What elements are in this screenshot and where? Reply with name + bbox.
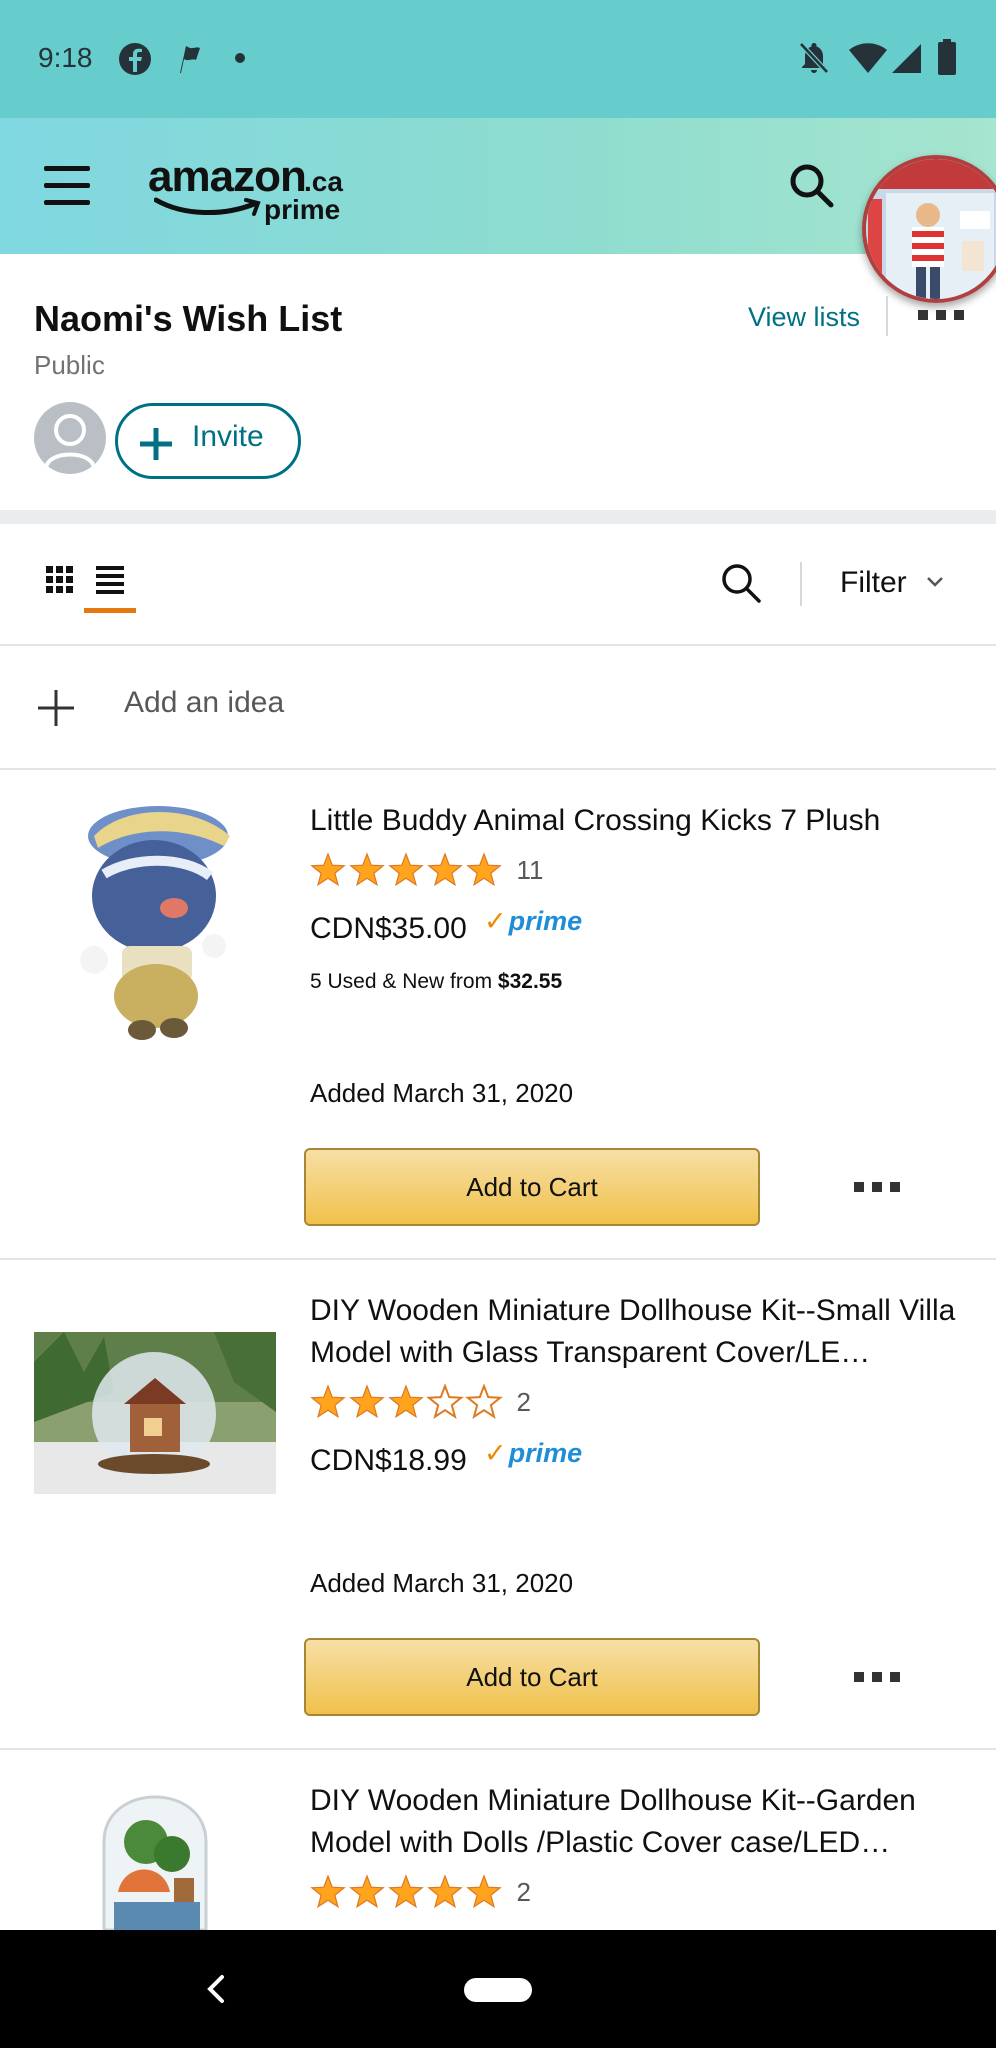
product-image[interactable] (34, 1332, 276, 1494)
flag-icon (180, 46, 200, 73)
list-item: DIY Wooden Miniature Dollhouse Kit--Smal… (0, 1260, 996, 1750)
battery-icon (938, 39, 956, 75)
chat-head-bubble[interactable] (862, 155, 996, 303)
person-icon (44, 414, 96, 469)
wishlist-more-options-icon[interactable] (918, 310, 966, 320)
item-title[interactable]: DIY Wooden Miniature Dollhouse Kit--Smal… (310, 1290, 970, 1374)
item-title[interactable]: DIY Wooden Miniature Dollhouse Kit--Gard… (310, 1780, 970, 1864)
used-new-offers[interactable]: 5 Used & New from $32.55 (310, 970, 562, 994)
divider (886, 296, 888, 336)
star-empty-icon (426, 1384, 464, 1420)
product-image[interactable] (34, 1782, 276, 1930)
wishlist-privacy: Public (34, 350, 105, 380)
signal-icon (892, 44, 921, 73)
item-more-options-icon[interactable] (854, 1182, 902, 1192)
rating-count: 2 (516, 1876, 531, 1907)
star-empty-icon (465, 1384, 503, 1420)
back-icon[interactable] (204, 1974, 226, 2004)
chevron-down-icon[interactable] (926, 576, 944, 588)
prime-label: prime (508, 906, 583, 936)
product-image[interactable] (34, 796, 276, 1046)
star-filled-icon (310, 852, 346, 887)
divider (0, 644, 996, 646)
filter-button[interactable]: Filter (840, 566, 907, 600)
search-list-icon[interactable] (720, 562, 762, 604)
item-price: CDN$35.00 (310, 912, 467, 945)
app-header: amazon .ca prime (0, 118, 996, 254)
star-filled-icon (466, 1874, 502, 1909)
plus-icon (38, 690, 74, 726)
used-new-text: 5 Used & New from (310, 970, 498, 993)
rating-stars-icon (310, 1874, 502, 1909)
search-icon[interactable] (788, 162, 834, 208)
rating-count: 2 (516, 1386, 531, 1417)
dot-icon (235, 53, 245, 63)
prime-label: prime (508, 1438, 583, 1468)
amazon-prime-logo[interactable]: amazon .ca prime (148, 152, 358, 225)
prime-badge: ✓prime (484, 1438, 582, 1469)
added-date: Added March 31, 2020 (310, 1078, 574, 1108)
star-filled-icon (388, 852, 424, 887)
item-more-options-icon[interactable] (854, 1672, 902, 1682)
star-filled-icon (466, 852, 502, 887)
hamburger-menu-icon[interactable] (44, 166, 90, 206)
logo-sub: prime (264, 194, 341, 225)
star-filled-icon (349, 852, 385, 887)
star-filled-icon (388, 1874, 424, 1909)
invite-label: Invite (192, 420, 264, 453)
system-nav-bar (0, 1930, 996, 2048)
notifications-off-icon (799, 42, 829, 74)
add-to-cart-button[interactable]: Add to Cart (304, 1638, 760, 1716)
rating-stars-icon (310, 852, 502, 887)
rating-stars-icon (310, 1384, 503, 1420)
item-rating[interactable]: 11 (310, 852, 543, 890)
added-date: Added March 31, 2020 (310, 1568, 574, 1598)
avatar (34, 402, 106, 474)
item-title[interactable]: Little Buddy Animal Crossing Kicks 7 Plu… (310, 800, 970, 842)
active-view-indicator (84, 608, 136, 613)
costume-package-image (866, 159, 996, 299)
add-idea-label: Add an idea (124, 686, 285, 719)
grid-view-icon[interactable] (46, 566, 74, 594)
item-price: CDN$18.99 (310, 1444, 467, 1477)
toolbar-divider (800, 562, 802, 606)
star-filled-icon (427, 852, 463, 887)
check-icon: ✓ (484, 1438, 507, 1468)
add-to-cart-button[interactable]: Add to Cart (304, 1148, 760, 1226)
plus-icon (140, 428, 172, 460)
star-filled-icon (349, 1874, 385, 1909)
star-filled-icon (310, 1874, 346, 1909)
status-bar: 9:18 (0, 0, 996, 118)
status-time: 9:18 (38, 42, 93, 73)
wishlist-title: Naomi's Wish List (34, 298, 343, 339)
home-pill-button[interactable] (464, 1978, 532, 2002)
smile-arrow-icon (154, 197, 261, 216)
star-filled-icon (349, 1384, 385, 1419)
list-item: DIY Wooden Miniature Dollhouse Kit--Gard… (0, 1750, 996, 1930)
star-filled-icon (310, 1384, 346, 1419)
rating-count: 11 (516, 854, 544, 885)
list-view-icon[interactable] (96, 566, 124, 594)
prime-badge: ✓prime (484, 906, 582, 937)
star-filled-icon (388, 1384, 424, 1419)
item-rating[interactable]: 2 (310, 1384, 531, 1422)
used-new-price: $32.55 (497, 970, 563, 993)
check-icon: ✓ (484, 906, 507, 936)
list-item: Little Buddy Animal Crossing Kicks 7 Plu… (0, 770, 996, 1260)
wifi-icon (849, 43, 887, 73)
section-divider (0, 510, 996, 524)
facebook-icon (119, 43, 151, 75)
view-lists-link[interactable]: View lists (748, 302, 860, 333)
star-filled-icon (427, 1874, 463, 1909)
item-rating[interactable]: 2 (310, 1874, 531, 1912)
add-idea-button[interactable]: Add an idea (0, 648, 996, 768)
invite-button[interactable]: Invite (115, 403, 301, 479)
